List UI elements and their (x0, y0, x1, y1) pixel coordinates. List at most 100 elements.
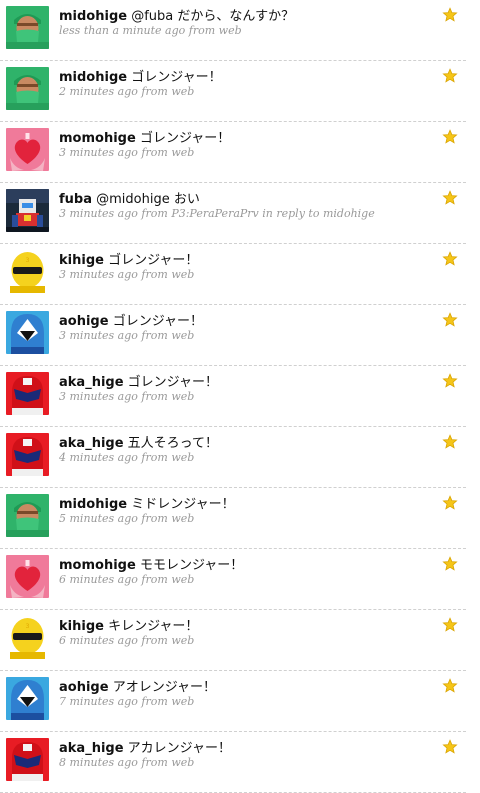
username-link[interactable]: aka_hige (59, 375, 124, 390)
source-link[interactable]: web (171, 146, 194, 159)
tweet-meta: less than a minute ago from web (59, 24, 449, 37)
tweet-meta: 6 minutes ago from web (59, 634, 449, 647)
tweet-item: fuba @midohige おい 3 minutes ago from P3:… (0, 183, 480, 244)
source-link[interactable]: web (171, 695, 194, 708)
username-link[interactable]: fuba (59, 192, 92, 207)
favorite-star-icon[interactable] (442, 556, 458, 572)
timestamp-link[interactable]: 3 minutes ago (59, 146, 138, 159)
source-link[interactable]: web (171, 756, 194, 769)
favorite-star-icon[interactable] (442, 617, 458, 633)
tweet-item: aohige ゴレンジャー！ 3 minutes ago from web (0, 305, 480, 366)
from-label: from (141, 634, 168, 647)
from-label: from (141, 207, 168, 220)
avatar[interactable] (6, 494, 49, 537)
timestamp-link[interactable]: 6 minutes ago (59, 573, 138, 586)
avatar[interactable] (6, 128, 49, 171)
from-label: from (141, 451, 168, 464)
tweet-meta: 2 minutes ago from web (59, 85, 449, 98)
timestamp-link[interactable]: less than a minute ago (59, 24, 185, 37)
favorite-star-icon[interactable] (442, 68, 458, 84)
avatar[interactable] (6, 189, 49, 232)
timestamp-link[interactable]: 2 minutes ago (59, 85, 138, 98)
source-link[interactable]: web (171, 634, 194, 647)
favorite-star-icon[interactable] (442, 434, 458, 450)
username-link[interactable]: aohige (59, 680, 109, 695)
tweet-text: アオレンジャー！ (112, 680, 217, 695)
username-link[interactable]: aka_hige (59, 436, 124, 451)
from-label: from (141, 573, 168, 586)
username-link[interactable]: kihige (59, 253, 104, 268)
reply-to-link[interactable]: midohige (323, 207, 375, 220)
source-link[interactable]: P3:PeraPeraPrv (171, 207, 258, 220)
avatar[interactable] (6, 433, 49, 476)
favorite-star-icon[interactable] (442, 251, 458, 267)
avatar[interactable] (6, 738, 49, 781)
tweet-item: momohige モモレンジャー！ 6 minutes ago from web (0, 549, 480, 610)
timestamp-link[interactable]: 3 minutes ago (59, 390, 138, 403)
source-link[interactable]: web (219, 24, 242, 37)
from-label: from (141, 512, 168, 525)
username-link[interactable]: momohige (59, 131, 136, 146)
username-link[interactable]: aohige (59, 314, 109, 329)
source-link[interactable]: web (171, 573, 194, 586)
username-link[interactable]: momohige (59, 558, 136, 573)
tweet-content: midohige @fuba だから、なんすか？ (59, 5, 429, 24)
favorite-star-icon[interactable] (442, 190, 458, 206)
timestamp-link[interactable]: 6 minutes ago (59, 634, 138, 647)
avatar[interactable] (6, 372, 49, 415)
avatar[interactable] (6, 555, 49, 598)
timestamp-link[interactable]: 8 minutes ago (59, 756, 138, 769)
timestamp-link[interactable]: 3 minutes ago (59, 329, 138, 342)
source-link[interactable]: web (171, 268, 194, 281)
username-link[interactable]: aka_hige (59, 741, 124, 756)
favorite-star-icon[interactable] (442, 312, 458, 328)
tweet-item: midohige ゴレンジャー！ 2 minutes ago from web (0, 61, 480, 122)
tweet-content: aohige ゴレンジャー！ (59, 310, 429, 329)
username-link[interactable]: midohige (59, 70, 127, 85)
from-label: from (141, 329, 168, 342)
tweet-item: midohige ミドレンジャー！ 5 minutes ago from web (0, 488, 480, 549)
tweet-text: @midohige おい (96, 192, 200, 207)
source-link[interactable]: web (171, 512, 194, 525)
from-label: from (141, 756, 168, 769)
timestamp-link[interactable]: 5 minutes ago (59, 512, 138, 525)
source-link[interactable]: web (171, 329, 194, 342)
tweet-item: aka_hige 五人そろって！ 4 minutes ago from web (0, 427, 480, 488)
svg-text:3: 3 (26, 257, 30, 264)
avatar[interactable] (6, 6, 49, 49)
timestamp-link[interactable]: 4 minutes ago (59, 451, 138, 464)
timestamp-link[interactable]: 3 minutes ago (59, 207, 138, 220)
tweet-item: 3 kihige ゴレンジャー！ 3 minutes ago from web (0, 244, 480, 305)
tweet-content: fuba @midohige おい (59, 188, 429, 207)
favorite-star-icon[interactable] (442, 7, 458, 23)
username-link[interactable]: midohige (59, 9, 127, 24)
tweet-meta: 7 minutes ago from web (59, 695, 449, 708)
tweet-text: ゴレンジャー！ (139, 131, 231, 146)
avatar[interactable] (6, 677, 49, 720)
favorite-star-icon[interactable] (442, 739, 458, 755)
avatar[interactable] (6, 311, 49, 354)
favorite-star-icon[interactable] (442, 129, 458, 145)
from-label: from (141, 695, 168, 708)
avatar[interactable] (6, 67, 49, 110)
tweet-content: aohige アオレンジャー！ (59, 676, 429, 695)
tweet-text: モモレンジャー！ (139, 558, 244, 573)
favorite-star-icon[interactable] (442, 678, 458, 694)
tweet-text: ゴレンジャー！ (108, 253, 199, 268)
username-link[interactable]: midohige (59, 497, 127, 512)
tweet-meta: 3 minutes ago from web (59, 390, 449, 403)
timestamp-link[interactable]: 3 minutes ago (59, 268, 138, 281)
tweet-meta: 3 minutes ago from web (59, 146, 449, 159)
username-link[interactable]: kihige (59, 619, 104, 634)
avatar[interactable]: 3 (6, 250, 49, 293)
favorite-star-icon[interactable] (442, 373, 458, 389)
source-link[interactable]: web (171, 451, 194, 464)
tweet-item: momohige ゴレンジャー！ 3 minutes ago from web (0, 122, 480, 183)
tweet-text: ミドレンジャー！ (131, 497, 235, 512)
timestamp-link[interactable]: 7 minutes ago (59, 695, 138, 708)
avatar[interactable]: 3 (6, 616, 49, 659)
tweet-content: momohige モモレンジャー！ (59, 554, 429, 573)
favorite-star-icon[interactable] (442, 495, 458, 511)
source-link[interactable]: web (171, 85, 194, 98)
source-link[interactable]: web (171, 390, 194, 403)
